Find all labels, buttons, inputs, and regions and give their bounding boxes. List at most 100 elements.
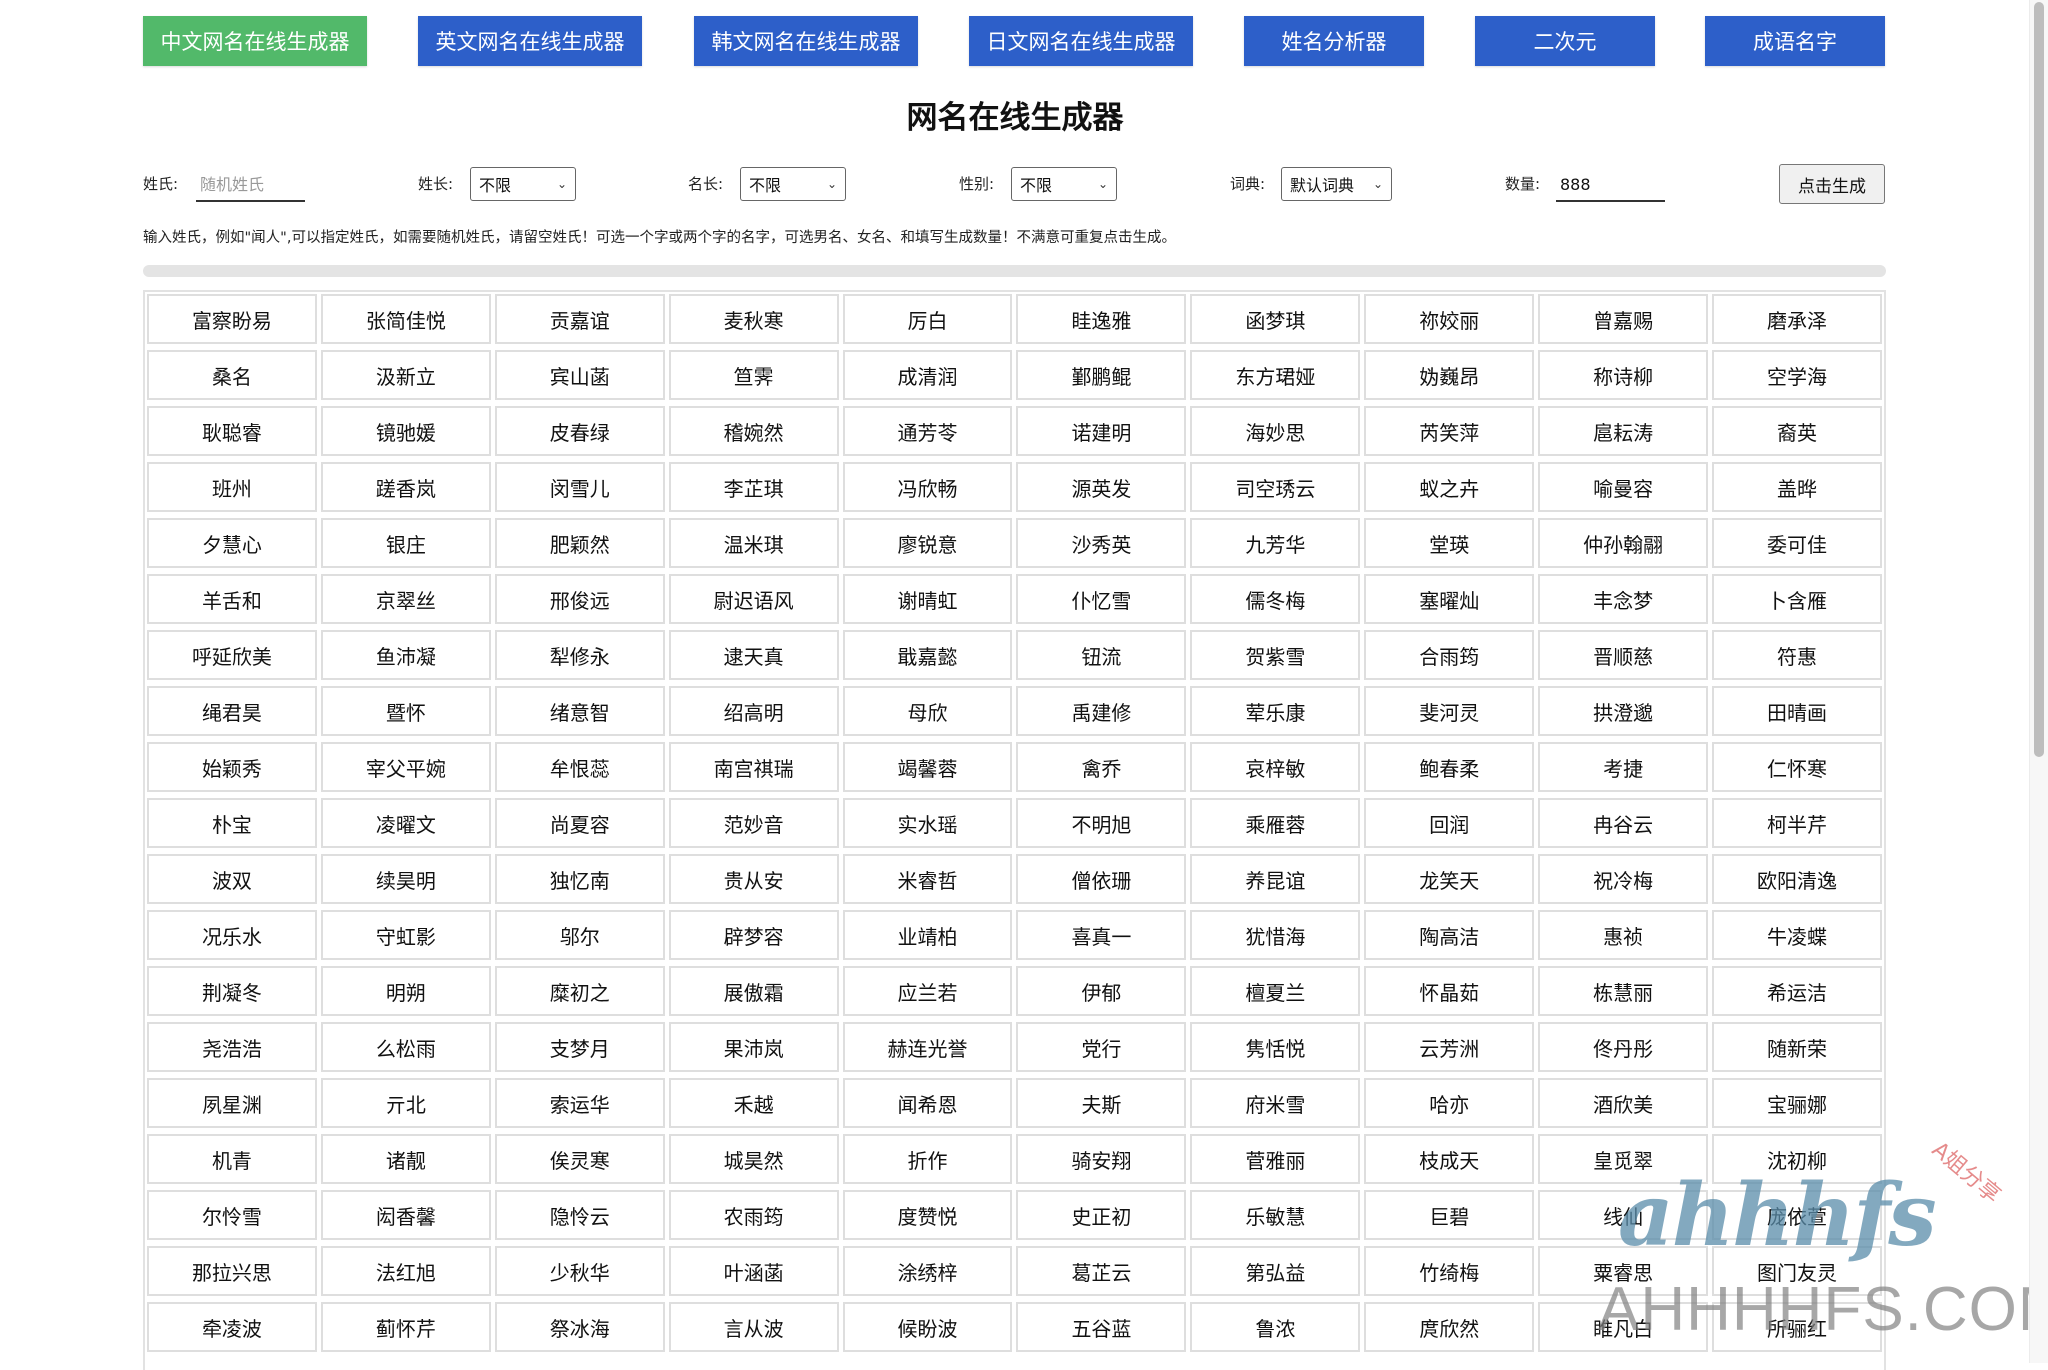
- surname-length-select[interactable]: 不限 ⌄: [470, 167, 576, 201]
- name-cell[interactable]: 夫斯: [1016, 1078, 1187, 1128]
- name-cell[interactable]: 伊郁: [1016, 966, 1187, 1016]
- name-cell[interactable]: 仲孙翰翮: [1538, 518, 1709, 568]
- name-cell[interactable]: 朴宝: [147, 798, 317, 848]
- nav-english-name-generator[interactable]: 英文网名在线生成器: [418, 16, 642, 66]
- name-cell[interactable]: 银庄: [320, 518, 491, 568]
- name-cell[interactable]: 果沛岚: [668, 1022, 839, 1072]
- name-cell[interactable]: 葛芷云: [1016, 1246, 1187, 1296]
- name-cell[interactable]: 线仙: [1538, 1190, 1709, 1240]
- name-cell[interactable]: 言从波: [668, 1302, 839, 1352]
- name-cell[interactable]: 空学海: [1712, 350, 1882, 400]
- name-cell[interactable]: 诺建明: [1016, 406, 1187, 456]
- name-cell[interactable]: 业靖柏: [842, 910, 1013, 960]
- name-cell[interactable]: 称诗柳: [1538, 350, 1709, 400]
- name-cell[interactable]: 么松雨: [320, 1022, 491, 1072]
- name-cell[interactable]: 续昊明: [320, 854, 491, 904]
- name-cell[interactable]: 班州: [147, 462, 317, 512]
- name-cell[interactable]: 栋慧丽: [1538, 966, 1709, 1016]
- name-cell[interactable]: 闻希恩: [842, 1078, 1013, 1128]
- name-cell[interactable]: 索运华: [494, 1078, 665, 1128]
- name-cell[interactable]: 况乐水: [147, 910, 317, 960]
- name-cell[interactable]: 源英发: [1016, 462, 1187, 512]
- name-cell[interactable]: 荆凝冬: [147, 966, 317, 1016]
- name-cell[interactable]: 明朔: [320, 966, 491, 1016]
- name-cell[interactable]: 尚夏容: [494, 798, 665, 848]
- name-cell[interactable]: 耿聪睿: [147, 406, 317, 456]
- name-cell[interactable]: 晋顺慈: [1538, 630, 1709, 680]
- name-cell[interactable]: 盖晔: [1712, 462, 1882, 512]
- count-input[interactable]: [1556, 168, 1665, 202]
- name-cell[interactable]: 丰念梦: [1538, 574, 1709, 624]
- name-cell[interactable]: 欧阳清逸: [1712, 854, 1882, 904]
- name-cell[interactable]: 司空琇云: [1190, 462, 1361, 512]
- name-cell[interactable]: 羊舌和: [147, 574, 317, 624]
- name-cell[interactable]: 乐敏慧: [1190, 1190, 1361, 1240]
- name-cell[interactable]: 蹉香岚: [320, 462, 491, 512]
- name-cell[interactable]: 宰父平婉: [320, 742, 491, 792]
- name-cell[interactable]: 镜驰媛: [320, 406, 491, 456]
- name-cell[interactable]: 邬尔: [494, 910, 665, 960]
- name-cell[interactable]: 鲍春柔: [1364, 742, 1535, 792]
- nav-japanese-name-generator[interactable]: 日文网名在线生成器: [969, 16, 1193, 66]
- name-cell[interactable]: 鄞鹏鲲: [1016, 350, 1187, 400]
- name-cell[interactable]: 厉白: [842, 294, 1013, 344]
- name-cell[interactable]: 乘雁蓉: [1190, 798, 1361, 848]
- name-cell[interactable]: 展傲霜: [668, 966, 839, 1016]
- name-cell[interactable]: 惠祯: [1538, 910, 1709, 960]
- name-cell[interactable]: 皇觅翠: [1538, 1134, 1709, 1184]
- name-cell[interactable]: 妫巍昂: [1364, 350, 1535, 400]
- name-cell[interactable]: 暨怀: [320, 686, 491, 736]
- name-cell[interactable]: 范妙音: [668, 798, 839, 848]
- name-cell[interactable]: 拱澄邈: [1538, 686, 1709, 736]
- name-cell[interactable]: 酒欣美: [1538, 1078, 1709, 1128]
- name-cell[interactable]: 尧浩浩: [147, 1022, 317, 1072]
- name-cell[interactable]: 辟梦容: [668, 910, 839, 960]
- name-cell[interactable]: 钮流: [1016, 630, 1187, 680]
- name-cell[interactable]: 委可佳: [1712, 518, 1882, 568]
- name-cell[interactable]: 禾越: [668, 1078, 839, 1128]
- name-cell[interactable]: 笪霁: [668, 350, 839, 400]
- name-cell[interactable]: 应兰若: [842, 966, 1013, 1016]
- name-cell[interactable]: 合雨筠: [1364, 630, 1535, 680]
- name-cell[interactable]: 第弘益: [1190, 1246, 1361, 1296]
- name-cell[interactable]: 南宫祺瑞: [668, 742, 839, 792]
- name-cell[interactable]: 闵雪儿: [494, 462, 665, 512]
- surname-input[interactable]: [196, 168, 305, 202]
- name-cell[interactable]: 叶涵菡: [668, 1246, 839, 1296]
- name-cell[interactable]: 考捷: [1538, 742, 1709, 792]
- name-cell[interactable]: 九芳华: [1190, 518, 1361, 568]
- name-cell[interactable]: 度赞悦: [842, 1190, 1013, 1240]
- name-cell[interactable]: 庹欣然: [1364, 1302, 1535, 1352]
- name-cell[interactable]: 犁修永: [494, 630, 665, 680]
- name-cell[interactable]: 菅雅丽: [1190, 1134, 1361, 1184]
- name-cell[interactable]: 实水瑶: [842, 798, 1013, 848]
- name-cell[interactable]: 睢凡白: [1538, 1302, 1709, 1352]
- name-cell[interactable]: 怀晶茹: [1364, 966, 1535, 1016]
- nav-korean-name-generator[interactable]: 韩文网名在线生成器: [694, 16, 918, 66]
- name-cell[interactable]: 堂瑛: [1364, 518, 1535, 568]
- name-cell[interactable]: 哈亦: [1364, 1078, 1535, 1128]
- name-cell[interactable]: 廖锐意: [842, 518, 1013, 568]
- nav-anime[interactable]: 二次元: [1475, 16, 1655, 66]
- name-cell[interactable]: 鱼沛凝: [320, 630, 491, 680]
- name-cell[interactable]: 史正初: [1016, 1190, 1187, 1240]
- nav-chinese-name-generator[interactable]: 中文网名在线生成器: [143, 16, 367, 66]
- name-cell[interactable]: 汲新立: [320, 350, 491, 400]
- name-cell[interactable]: 府米雪: [1190, 1078, 1361, 1128]
- name-cell[interactable]: 云芳洲: [1364, 1022, 1535, 1072]
- name-cell[interactable]: 磨承泽: [1712, 294, 1882, 344]
- name-cell[interactable]: 那拉兴思: [147, 1246, 317, 1296]
- name-cell[interactable]: 荤乐康: [1190, 686, 1361, 736]
- name-cell[interactable]: 祢姣丽: [1364, 294, 1535, 344]
- name-cell[interactable]: 裔英: [1712, 406, 1882, 456]
- name-cell[interactable]: 隐怜云: [494, 1190, 665, 1240]
- name-cell[interactable]: 呼延欣美: [147, 630, 317, 680]
- name-cell[interactable]: 符惠: [1712, 630, 1882, 680]
- name-cell[interactable]: 邢俊远: [494, 574, 665, 624]
- name-cell[interactable]: 城昊然: [668, 1134, 839, 1184]
- name-cell[interactable]: 桑名: [147, 350, 317, 400]
- name-cell[interactable]: 绍高明: [668, 686, 839, 736]
- name-cell[interactable]: 凌曜文: [320, 798, 491, 848]
- page-scrollbar[interactable]: [2029, 0, 2048, 1363]
- name-cell[interactable]: 竭馨蓉: [842, 742, 1013, 792]
